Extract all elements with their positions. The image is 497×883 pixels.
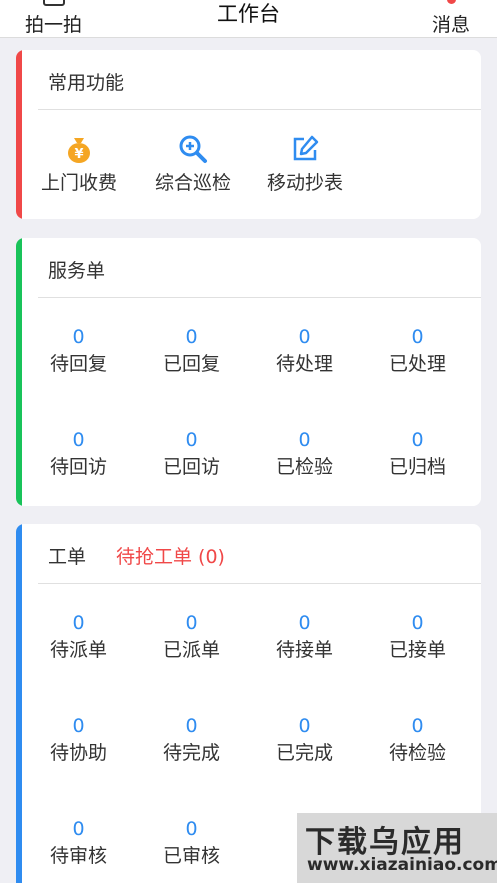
item-count: 0 (411, 612, 424, 634)
door-charge-label: 上门收费 (40, 172, 117, 194)
item-label: 待回访 (49, 456, 107, 478)
card-title: 常用功能 (48, 72, 125, 94)
work-item[interactable]: 0 待检验 (361, 715, 474, 767)
item-count: 0 (72, 429, 85, 451)
work-item[interactable]: 0 已审核 (135, 818, 248, 870)
work-item[interactable]: 0 待协助 (22, 715, 135, 767)
item-label: 待派单 (49, 639, 107, 661)
page-title: 工作台 (217, 2, 280, 26)
inspection-label: 综合巡检 (154, 172, 231, 194)
inspection-button[interactable]: 综合巡检 (138, 134, 248, 195)
service-item[interactable]: 0 已回访 (135, 429, 248, 481)
service-item[interactable]: 0 待回访 (22, 429, 135, 481)
service-item[interactable]: 0 已归档 (361, 429, 474, 481)
watermark-url: www.xiazainiao.com (307, 855, 497, 875)
item-label: 待处理 (275, 353, 333, 375)
svg-text:¥: ¥ (74, 147, 83, 162)
money-bag-icon: ¥ (64, 134, 94, 164)
item-count: 0 (185, 429, 198, 451)
item-label: 已检验 (275, 456, 333, 478)
item-count: 0 (185, 818, 198, 840)
item-label: 已回复 (162, 353, 220, 375)
item-count: 0 (72, 612, 85, 634)
card-title: 工单 (48, 546, 87, 568)
item-label: 待回复 (49, 353, 107, 375)
item-count: 0 (185, 715, 198, 737)
item-label: 待检验 (388, 742, 446, 764)
card-header: 常用功能 (38, 50, 481, 110)
meter-reading-label: 移动抄表 (266, 172, 343, 194)
top-bar: 拍一拍 工作台 消息 (0, 0, 497, 38)
common-functions-card: 常用功能 ¥ 上门收费 综合巡检 移动抄表 (16, 50, 481, 219)
service-item[interactable]: 0 已回复 (135, 326, 248, 378)
item-label: 待协助 (49, 742, 107, 764)
service-order-card: 服务单 0 待回复 0 已回复 0 待处理 0 已处理 0 待回访 0 已回访 0 已检验 0… (16, 238, 481, 506)
item-label: 已接单 (388, 639, 446, 661)
card-header: 工单 待抢工单 (0) (38, 524, 481, 584)
item-label: 已完成 (275, 742, 333, 764)
service-item[interactable]: 0 待回复 (22, 326, 135, 378)
work-item[interactable]: 0 待派单 (22, 612, 135, 664)
door-charge-button[interactable]: ¥ 上门收费 (24, 134, 134, 195)
item-label: 已处理 (388, 353, 446, 375)
service-item[interactable]: 0 待处理 (248, 326, 361, 378)
work-item[interactable]: 0 待完成 (135, 715, 248, 767)
card-accent-red (16, 50, 22, 219)
item-count: 0 (185, 612, 198, 634)
item-count: 0 (411, 715, 424, 737)
item-count: 0 (72, 715, 85, 737)
item-count: 0 (411, 326, 424, 348)
service-item[interactable]: 0 已处理 (361, 326, 474, 378)
item-count: 0 (185, 326, 198, 348)
item-count: 0 (298, 715, 311, 737)
item-count: 0 (298, 612, 311, 634)
card-title: 服务单 (48, 260, 106, 282)
meter-reading-button[interactable]: 移动抄表 (250, 134, 360, 195)
item-count: 0 (298, 429, 311, 451)
item-label: 已归档 (388, 456, 446, 478)
item-label: 待接单 (275, 639, 333, 661)
item-count: 0 (298, 326, 311, 348)
item-count: 0 (411, 429, 424, 451)
item-label: 已回访 (162, 456, 220, 478)
work-item[interactable]: 0 已接单 (361, 612, 474, 664)
messages-label: 消息 (431, 14, 470, 36)
work-item[interactable]: 0 已派单 (135, 612, 248, 664)
zoom-in-icon (178, 134, 208, 164)
work-item[interactable]: 0 待审核 (22, 818, 135, 870)
grab-orders-link[interactable]: 待抢工单 (0) (116, 542, 225, 569)
item-label: 已派单 (162, 639, 220, 661)
watermark-logo: 下载乌应用 www.xiazainiao.com (297, 813, 497, 883)
work-item[interactable]: 0 已完成 (248, 715, 361, 767)
edit-icon (290, 134, 320, 164)
item-count: 0 (72, 326, 85, 348)
item-label: 待完成 (162, 742, 220, 764)
service-item[interactable]: 0 已检验 (248, 429, 361, 481)
item-label: 已审核 (162, 845, 220, 867)
item-label: 待审核 (49, 845, 107, 867)
card-header: 服务单 (38, 238, 481, 298)
item-count: 0 (72, 818, 85, 840)
work-item[interactable]: 0 待接单 (248, 612, 361, 664)
